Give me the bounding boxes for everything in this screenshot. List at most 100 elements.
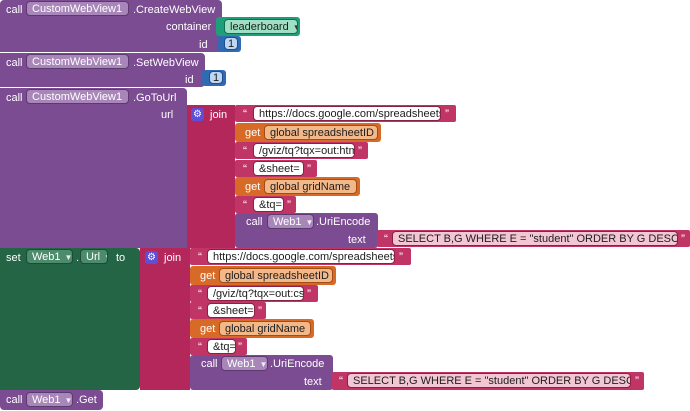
text-field[interactable]: &tq= <box>207 339 236 354</box>
text-field[interactable]: &sheet= <box>253 161 304 176</box>
text-field[interactable]: /gviz/tq?tqx=out:html <box>253 143 355 158</box>
set-url-block[interactable] <box>0 248 140 390</box>
chevron-down-icon: ▼ <box>126 93 128 102</box>
close-quote-icon: ” <box>399 250 403 264</box>
chevron-down-icon: ▼ <box>354 183 356 192</box>
text-value: SELECT B,G WHERE E = "student" ORDER BY … <box>398 233 678 245</box>
text-field[interactable]: SELECT B,G WHERE E = "student" ORDER BY … <box>392 231 678 246</box>
open-quote-icon: “ <box>198 304 202 318</box>
text-socket-label: text <box>348 234 366 246</box>
close-quote-icon: ” <box>358 144 362 158</box>
variable-dropdown[interactable]: global gridName▼ <box>264 179 357 194</box>
method-name: .GoToUrl <box>133 92 177 104</box>
component-name: CustomWebView1 <box>32 56 123 68</box>
open-quote-icon: “ <box>198 250 202 264</box>
open-quote-icon: “ <box>243 144 247 158</box>
gear-icon[interactable]: ⚙ <box>145 251 158 264</box>
close-quote-icon: ” <box>681 232 685 246</box>
component-name: CustomWebView1 <box>32 3 123 15</box>
variable-name: global spreadsheetID <box>225 270 329 282</box>
number-value: 1 <box>228 38 235 50</box>
close-quote-icon: ” <box>287 198 291 212</box>
text-value: &tq= <box>259 199 282 211</box>
variable-name: global gridName <box>270 181 351 193</box>
open-quote-icon: “ <box>384 232 388 246</box>
text-value: /gviz/tq?tqx=out:html <box>259 145 355 157</box>
chevron-down-icon: ▼ <box>293 23 297 32</box>
open-quote-icon: “ <box>198 340 202 354</box>
call-keyword: call <box>6 92 23 104</box>
method-name: .CreateWebView <box>133 4 216 16</box>
container-value: leaderboard <box>230 21 289 33</box>
join-keyword: join <box>210 109 228 121</box>
dot-separator: . <box>76 252 80 264</box>
number-field[interactable]: 1 <box>224 37 238 50</box>
call-keyword: call <box>6 57 23 69</box>
close-quote-icon: ” <box>445 107 449 121</box>
open-quote-icon: “ <box>198 287 202 301</box>
chevron-down-icon: ▼ <box>64 253 73 262</box>
text-field[interactable]: &tq= <box>253 197 284 212</box>
close-quote-icon: ” <box>307 162 311 176</box>
variable-name: global gridName <box>225 323 306 335</box>
variable-dropdown[interactable]: global spreadsheetID▼ <box>264 125 378 140</box>
get-keyword: get <box>200 270 216 282</box>
close-quote-icon: ” <box>238 340 242 354</box>
open-quote-icon: “ <box>243 198 247 212</box>
text-field[interactable]: /gviz/tq?tqx=out:csv <box>207 286 304 301</box>
join-block[interactable] <box>187 105 235 248</box>
chevron-down-icon: ▼ <box>259 360 268 369</box>
get-keyword: get <box>245 181 261 193</box>
to-keyword: to <box>116 252 126 264</box>
method-name: .Get <box>76 394 97 406</box>
close-quote-icon: ” <box>635 374 639 388</box>
component-dropdown[interactable]: CustomWebView1▼ <box>26 54 129 69</box>
id-socket-label: id <box>185 74 194 86</box>
component-dropdown[interactable]: Web1 ▼ <box>26 249 73 264</box>
container-socket-label: container <box>166 21 212 33</box>
id-socket-label: id <box>199 39 208 51</box>
goto-url-block[interactable] <box>0 88 187 248</box>
gear-icon[interactable]: ⚙ <box>191 108 204 121</box>
open-quote-icon: “ <box>339 374 343 388</box>
text-field[interactable]: SELECT B,G WHERE E = "student" ORDER BY … <box>347 373 631 388</box>
text-value: &sheet= <box>213 305 254 317</box>
variable-dropdown[interactable]: global gridName▼ <box>219 321 311 336</box>
component-dropdown[interactable]: Web1 ▼ <box>26 392 73 407</box>
chevron-down-icon: ▼ <box>309 325 310 334</box>
variable-name: global spreadsheetID <box>270 127 374 139</box>
variable-dropdown[interactable]: global spreadsheetID▼ <box>219 268 333 283</box>
text-value: &tq= <box>213 341 236 353</box>
text-field[interactable]: https://docs.google.com/spreadsheets/d/ <box>207 249 395 264</box>
method-name: .UriEncode <box>316 216 371 228</box>
component-dropdown[interactable]: Web1 ▼ <box>267 214 314 229</box>
component-dropdown[interactable]: CustomWebView1▼ <box>26 1 129 16</box>
property-name: Url <box>86 251 101 263</box>
component-name: CustomWebView1 <box>32 91 123 103</box>
chevron-down-icon: ▼ <box>305 218 314 227</box>
number-field[interactable]: 1 <box>209 71 223 84</box>
component-name: Web1 <box>32 251 61 263</box>
text-socket-label: text <box>304 376 322 388</box>
call-keyword: call <box>201 358 218 370</box>
text-field[interactable]: &sheet= <box>207 303 255 318</box>
component-name: Web1 <box>273 216 302 228</box>
call-keyword: call <box>6 394 23 406</box>
property-dropdown[interactable]: Url▼ <box>80 249 108 264</box>
get-keyword: get <box>200 323 216 335</box>
component-name: Web1 <box>227 358 256 370</box>
component-dropdown[interactable]: Web1 ▼ <box>221 356 268 371</box>
number-value: 1 <box>213 72 220 84</box>
text-value: https://docs.google.com/spreadsheets/d/ <box>213 251 395 263</box>
component-dropdown[interactable]: CustomWebView1▼ <box>26 89 129 104</box>
close-quote-icon: ” <box>307 287 311 301</box>
text-field[interactable]: https://docs.google.com/spreadsheets/d/ <box>253 106 441 121</box>
open-quote-icon: “ <box>243 107 247 121</box>
join-block[interactable] <box>140 248 190 390</box>
component-name: Web1 <box>32 394 61 406</box>
set-keyword: set <box>6 252 21 264</box>
chevron-down-icon: ▼ <box>64 396 73 405</box>
open-quote-icon: “ <box>243 162 247 176</box>
join-keyword: join <box>164 252 182 264</box>
container-dropdown[interactable]: leaderboard ▼ <box>224 19 298 34</box>
